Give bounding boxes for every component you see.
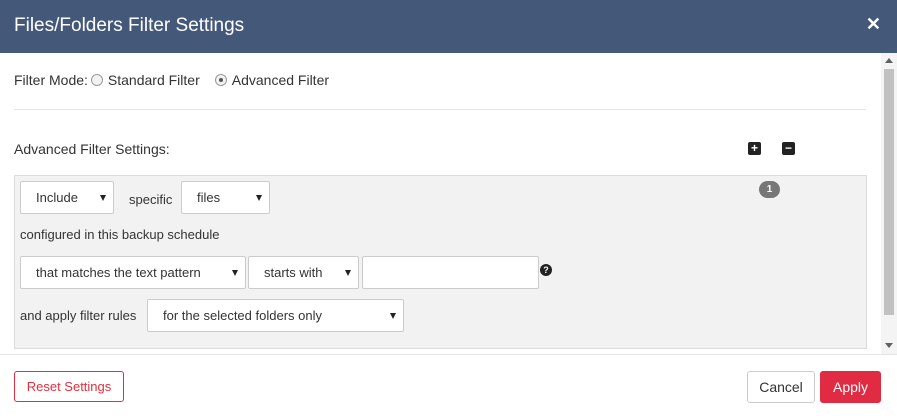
scrollbar-thumb[interactable]	[884, 69, 894, 315]
position-select[interactable]: starts with	[248, 256, 359, 289]
position-select-value: starts with	[264, 265, 323, 280]
scroll-down-icon[interactable]	[885, 343, 893, 348]
cancel-button[interactable]: Cancel	[747, 371, 815, 403]
vertical-scrollbar[interactable]	[881, 53, 897, 354]
chevron-down-icon	[100, 195, 106, 201]
filter-mode-label: Filter Mode:	[14, 72, 88, 88]
advanced-filter-radio[interactable]	[214, 74, 227, 86]
chevron-down-icon	[256, 195, 262, 201]
scope-select-value: for the selected folders only	[163, 308, 322, 323]
dialog-header: Files/Folders Filter Settings ✕	[0, 0, 897, 53]
specific-label: specific	[129, 192, 173, 207]
chevron-down-icon	[390, 313, 396, 319]
divider	[14, 109, 866, 110]
scope-select[interactable]: for the selected folders only	[147, 299, 404, 332]
apply-button[interactable]: Apply	[820, 371, 881, 403]
close-icon[interactable]: ✕	[866, 14, 881, 34]
help-icon[interactable]: ?	[540, 264, 552, 276]
dialog-title: Files/Folders Filter Settings	[14, 15, 245, 36]
standard-filter-radio[interactable]	[90, 74, 103, 86]
match-select-value: that matches the text pattern	[36, 265, 201, 280]
dialog-body: Filter Mode: Standard Filter Advanced Fi…	[0, 53, 897, 354]
chevron-down-icon	[345, 270, 351, 276]
chevron-down-icon	[232, 270, 238, 276]
advanced-filter-settings-label: Advanced Filter Settings:	[14, 141, 170, 157]
plus-square-icon[interactable]: +	[748, 142, 761, 155]
scroll-up-icon[interactable]	[885, 58, 893, 63]
standard-filter-label[interactable]: Standard Filter	[108, 72, 200, 88]
apply-rules-label: and apply filter rules	[20, 308, 137, 323]
type-select-value: files	[197, 190, 221, 205]
include-select-value: Include	[36, 190, 78, 205]
filter-rule-panel: 1 Include specific files configured in t…	[14, 175, 867, 349]
pattern-input[interactable]	[362, 256, 539, 289]
type-select[interactable]: files	[181, 181, 270, 214]
include-select[interactable]: Include	[20, 181, 114, 214]
advanced-filter-label[interactable]: Advanced Filter	[232, 72, 329, 88]
filter-mode-row: Filter Mode: Standard Filter Advanced Fi…	[14, 72, 341, 88]
dialog-footer: Reset Settings Cancel Apply	[0, 354, 897, 419]
minus-square-icon[interactable]: −	[782, 142, 795, 155]
configured-label: configured in this backup schedule	[20, 227, 220, 242]
rule-number-badge: 1	[759, 181, 780, 198]
reset-settings-button[interactable]: Reset Settings	[14, 371, 124, 402]
match-select[interactable]: that matches the text pattern	[20, 256, 246, 289]
